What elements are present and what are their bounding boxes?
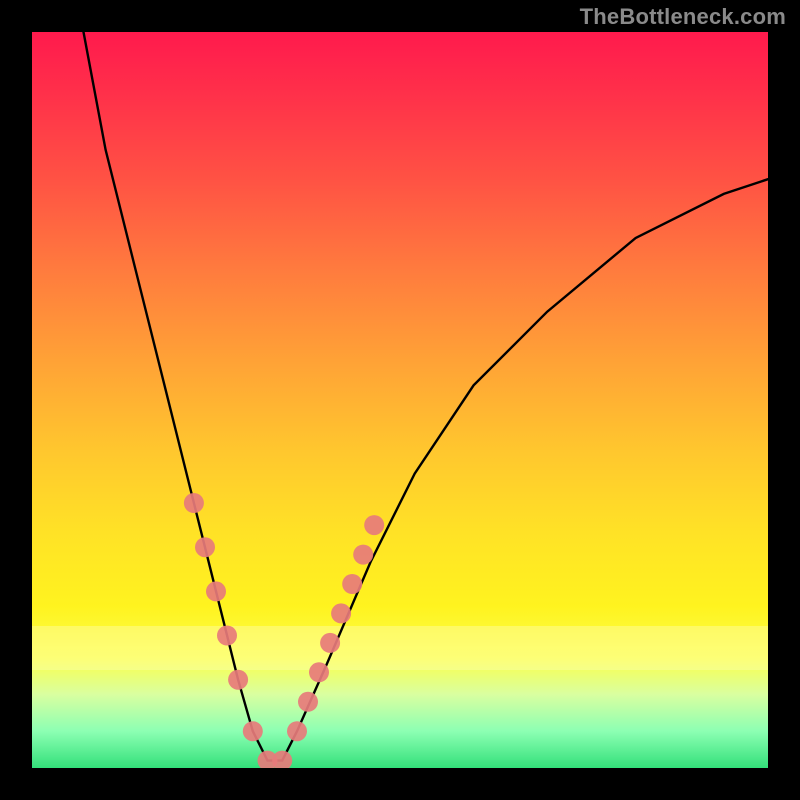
marker-dot xyxy=(195,537,215,557)
chart-plot-area xyxy=(32,32,768,768)
chart-frame: TheBottleneck.com xyxy=(0,0,800,800)
marker-dot xyxy=(272,751,292,768)
marker-dot xyxy=(364,515,384,535)
marker-dot xyxy=(353,545,373,565)
curve-line xyxy=(84,32,769,761)
marker-dot xyxy=(309,662,329,682)
bottleneck-curve xyxy=(84,32,769,761)
marker-dot xyxy=(331,603,351,623)
marker-dot xyxy=(342,574,362,594)
marker-dot xyxy=(217,626,237,646)
marker-dot xyxy=(228,670,248,690)
marker-dot xyxy=(320,633,340,653)
marker-dot xyxy=(243,721,263,741)
highlighted-markers xyxy=(184,493,384,768)
marker-dot xyxy=(184,493,204,513)
marker-dot xyxy=(287,721,307,741)
marker-dot xyxy=(206,581,226,601)
watermark-text: TheBottleneck.com xyxy=(580,4,786,30)
marker-dot xyxy=(298,692,318,712)
chart-svg xyxy=(32,32,768,768)
